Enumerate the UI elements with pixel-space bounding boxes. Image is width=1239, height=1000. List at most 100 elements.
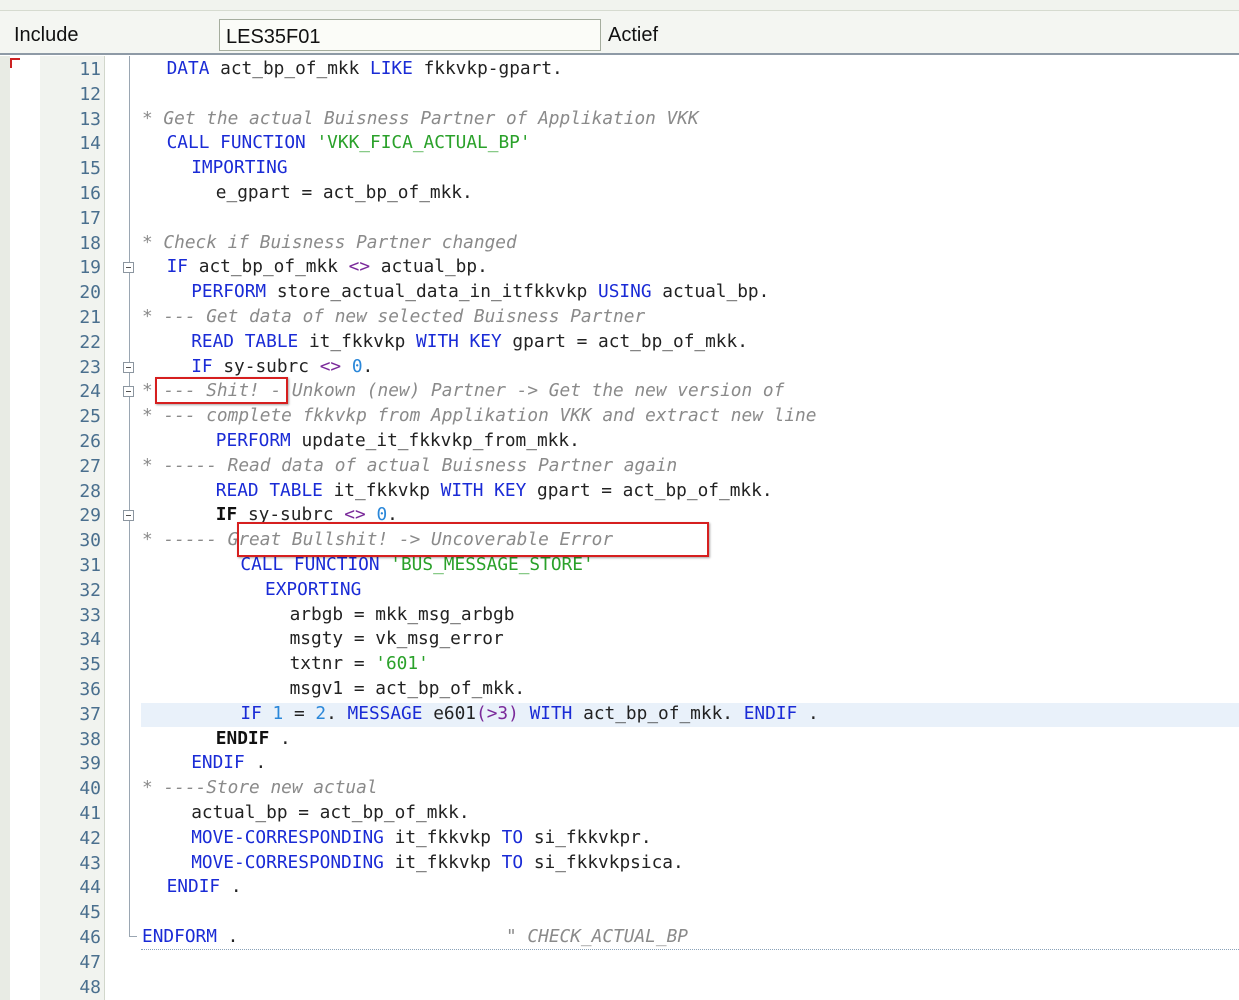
code-line[interactable]: 15 IMPORTING bbox=[0, 156, 1239, 181]
code-text: e_gpart = act_bp_of_mkk. bbox=[216, 181, 473, 206]
code-line[interactable]: 23 IF sy-subrc <> 0. bbox=[0, 355, 1239, 380]
code-token: it_fkkvkp bbox=[308, 330, 417, 352]
code-token: gpart = act_bp_of_mkk. bbox=[512, 330, 748, 352]
code-line[interactable]: 21 * --- Get data of new selected Buisnes… bbox=[0, 305, 1239, 330]
line-number: 47 bbox=[79, 951, 101, 973]
code-line[interactable]: 32 EXPORTING bbox=[0, 578, 1239, 603]
line-number: 36 bbox=[79, 679, 101, 700]
line-number: 43 bbox=[79, 852, 101, 874]
status-label: Actief bbox=[608, 24, 659, 46]
line-number: 37 bbox=[79, 703, 101, 725]
code-line[interactable]: 20 PERFORM store_actual_data_in_itfkkvkp … bbox=[0, 280, 1239, 305]
code-token: CALL FUNCTION bbox=[166, 132, 317, 154]
code-token: * Get the actual Buisness Partner of App… bbox=[142, 107, 699, 129]
code-token: txtnr = bbox=[289, 653, 376, 675]
code-line[interactable]: 47 bbox=[0, 950, 1239, 975]
fold-collapse-icon[interactable] bbox=[123, 510, 134, 522]
line-number: 28 bbox=[79, 480, 101, 502]
code-line[interactable]: 38 ENDIF . bbox=[0, 727, 1239, 752]
line-number: 26 bbox=[79, 431, 101, 452]
code-text: * Check if Buisness Partner changed bbox=[142, 231, 517, 256]
code-line[interactable]: 11 DATA act_bp_of_mkk LIKE fkkvkp-gpart. bbox=[0, 57, 1239, 82]
code-line[interactable]: 14 CALL FUNCTION 'VKK_FICA_ACTUAL_BP' bbox=[0, 131, 1239, 156]
code-token: = bbox=[283, 702, 316, 724]
code-line[interactable]: 39 ENDIF . bbox=[0, 751, 1239, 776]
code-token: arbgb = mkk_msg_arbgb bbox=[289, 603, 515, 625]
code-line[interactable]: 26 PERFORM update_it_fkkvkp_from_mkk. bbox=[0, 429, 1239, 454]
code-line[interactable]: 41 actual_bp = act_bp_of_mkk. bbox=[0, 801, 1239, 826]
code-token: ENDIF bbox=[191, 752, 245, 774]
code-token: 2 bbox=[315, 702, 327, 724]
code-line[interactable]: 33 arbgb = mkk_msg_arbgb bbox=[0, 603, 1239, 628]
code-line[interactable]: 16 e_gpart = act_bp_of_mkk. bbox=[0, 181, 1239, 206]
code-text: MOVE-CORRESPONDING it_fkkvkp TO si_fkkvk… bbox=[191, 826, 651, 851]
include-label: Include bbox=[14, 24, 79, 46]
line-number: 16 bbox=[79, 183, 101, 204]
code-line[interactable]: 44 ENDIF . bbox=[0, 875, 1239, 900]
line-number: 44 bbox=[79, 877, 101, 899]
include-name-field[interactable] bbox=[219, 19, 601, 51]
code-line[interactable]: 28 READ TABLE it_fkkvkp WITH KEY gpart = … bbox=[0, 479, 1239, 504]
code-token: <> bbox=[319, 355, 342, 377]
code-line[interactable]: 36 msgv1 = act_bp_of_mkk. bbox=[0, 677, 1239, 702]
line-number: 17 bbox=[79, 207, 101, 229]
code-line[interactable]: 17 bbox=[0, 206, 1239, 231]
code-token: IF bbox=[215, 504, 238, 526]
code-token: . bbox=[326, 702, 337, 724]
code-line[interactable]: 45 bbox=[0, 900, 1239, 925]
code-line[interactable]: 34 msgty = vk_msg_error bbox=[0, 627, 1239, 652]
fold-collapse-icon[interactable] bbox=[123, 262, 134, 274]
code-editor[interactable]: 11 DATA act_bp_of_mkk LIKE fkkvkp-gpart. 1… bbox=[0, 56, 1239, 1000]
code-token: msgty = vk_msg_error bbox=[289, 628, 504, 650]
code-line[interactable]: 12 bbox=[0, 82, 1239, 107]
line-number: 11 bbox=[79, 59, 101, 80]
code-token: act_bp_of_mkk bbox=[198, 256, 349, 278]
code-line[interactable]: 25 * --- complete fkkvkp from Applikation… bbox=[0, 404, 1239, 429]
code-line[interactable]: 13 * Get the actual Buisness Partner of A… bbox=[0, 107, 1239, 132]
code-token: CALL FUNCTION bbox=[240, 554, 391, 575]
code-line[interactable]: 18 * Check if Buisness Partner changed bbox=[0, 231, 1239, 256]
code-line[interactable]: 19 IF act_bp_of_mkk <> actual_bp. bbox=[0, 255, 1239, 280]
code-text: DATA act_bp_of_mkk LIKE fkkvkp-gpart. bbox=[167, 57, 563, 82]
line-number: 48 bbox=[79, 976, 101, 998]
code-token: USING bbox=[598, 281, 652, 303]
code-token: update_it_fkkvkp_from_mkk. bbox=[301, 430, 580, 451]
code-text: CALL FUNCTION 'VKK_FICA_ACTUAL_BP' bbox=[167, 131, 531, 156]
code-line[interactable]: 42 MOVE-CORRESPONDING it_fkkvkp TO si_fkk… bbox=[0, 826, 1239, 851]
code-line[interactable]: 27 * ----- Read data of actual Buisness P… bbox=[0, 454, 1239, 479]
code-token: WITH KEY bbox=[440, 479, 527, 501]
line-number: 33 bbox=[79, 604, 101, 626]
code-token: * ----Store new actual bbox=[142, 777, 378, 799]
code-line[interactable]: 22 READ TABLE it_fkkvkp WITH KEY gpart = … bbox=[0, 330, 1239, 355]
line-number: 14 bbox=[79, 133, 101, 155]
code-token: WITH bbox=[529, 702, 573, 724]
code-token: gpart = act_bp_of_mkk. bbox=[537, 479, 773, 501]
code-line[interactable]: 46 ENDFORM . " CHECK_ACTUAL_BP bbox=[0, 925, 1239, 950]
code-line[interactable]: 37 IF 1 = 2. MESSAGE e601(>3) WITH act_bp… bbox=[0, 702, 1239, 727]
code-line[interactable]: 35 txtnr = '601' bbox=[0, 652, 1239, 677]
line-number: 39 bbox=[79, 753, 101, 775]
code-token: IF bbox=[166, 256, 189, 278]
code-token: PERFORM bbox=[215, 430, 291, 451]
line-number: 35 bbox=[79, 654, 101, 676]
code-token: . bbox=[230, 876, 242, 898]
code-line[interactable]: 43 MOVE-CORRESPONDING it_fkkvkp TO si_fkk… bbox=[0, 851, 1239, 876]
code-token: si_fkkvkpsica. bbox=[533, 851, 684, 873]
code-line[interactable]: 48 bbox=[0, 975, 1239, 1000]
line-number: 18 bbox=[79, 232, 101, 254]
code-text: * ----- Read data of actual Buisness Par… bbox=[142, 454, 677, 479]
line-number: 34 bbox=[79, 629, 101, 651]
fold-collapse-icon[interactable] bbox=[123, 361, 134, 373]
code-token: (>3) bbox=[476, 702, 519, 724]
line-number: 12 bbox=[79, 83, 101, 105]
line-number: 20 bbox=[79, 282, 101, 304]
code-token: ENDFORM bbox=[142, 926, 217, 947]
line-number: 41 bbox=[79, 803, 101, 824]
code-token: it_fkkvkp bbox=[394, 826, 502, 848]
code-token: actual_bp = act_bp_of_mkk. bbox=[191, 802, 470, 823]
code-token: READ TABLE bbox=[191, 330, 299, 352]
code-token: DATA bbox=[166, 58, 210, 79]
code-line[interactable]: 40 * ----Store new actual bbox=[0, 776, 1239, 801]
fold-collapse-icon[interactable] bbox=[123, 386, 134, 398]
